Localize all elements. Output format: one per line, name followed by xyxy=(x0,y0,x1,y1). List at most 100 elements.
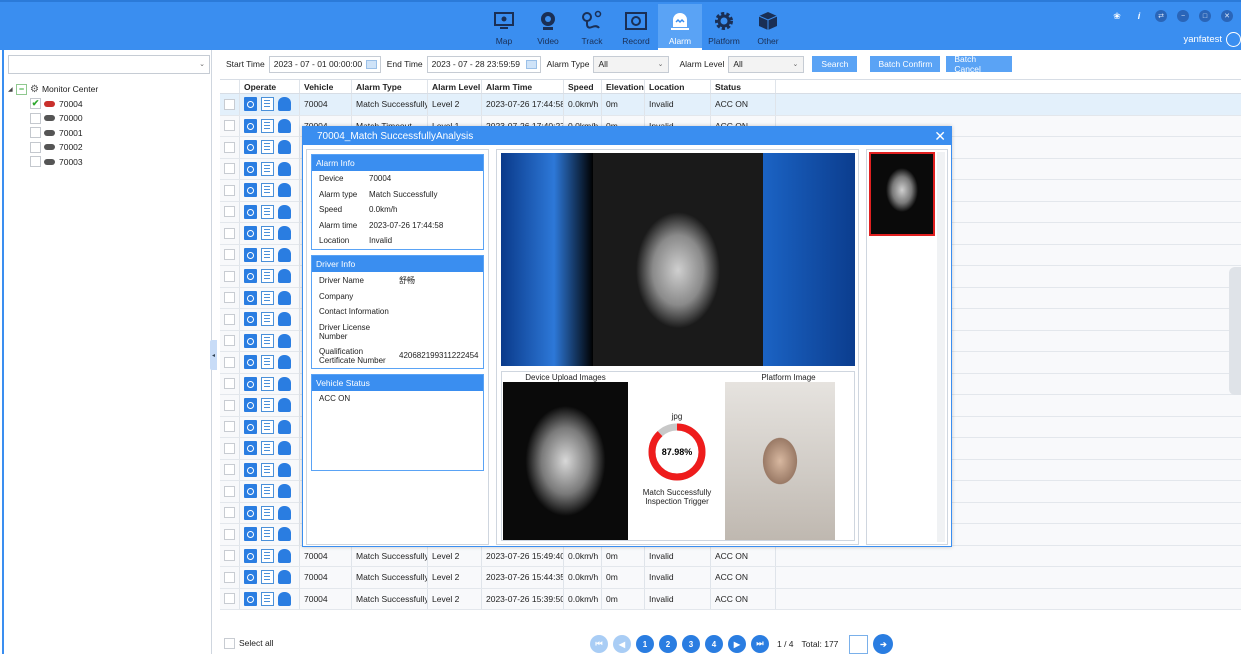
alarm-handle-icon[interactable] xyxy=(278,97,291,112)
view-detail-icon[interactable] xyxy=(244,204,257,219)
page-button[interactable]: 2 xyxy=(659,635,677,653)
collapse-panel-handle[interactable]: ◂ xyxy=(210,340,217,370)
nav-item-track[interactable]: Track xyxy=(570,4,614,50)
restore-icon[interactable]: □ xyxy=(1199,10,1211,22)
report-icon[interactable] xyxy=(261,462,274,477)
alarm-handle-icon[interactable] xyxy=(278,376,291,391)
alarm-handle-icon[interactable] xyxy=(278,462,291,477)
view-detail-icon[interactable] xyxy=(244,484,257,499)
report-icon[interactable] xyxy=(261,226,274,241)
report-icon[interactable] xyxy=(261,441,274,456)
select-all-checkbox[interactable] xyxy=(224,637,235,649)
report-icon[interactable] xyxy=(261,333,274,348)
tree-root[interactable]: ◢ − ⚙ Monitor Center xyxy=(8,82,98,97)
alarm-handle-icon[interactable] xyxy=(278,118,291,133)
view-detail-icon[interactable] xyxy=(244,247,257,262)
alarm-handle-icon[interactable] xyxy=(278,269,291,284)
row-checkbox[interactable] xyxy=(224,98,235,110)
view-detail-icon[interactable] xyxy=(244,548,257,563)
switch-icon[interactable]: ⇄ xyxy=(1155,10,1167,22)
nav-item-map[interactable]: Map xyxy=(482,4,526,50)
report-icon[interactable] xyxy=(261,505,274,520)
report-icon[interactable] xyxy=(261,183,274,198)
row-checkbox[interactable] xyxy=(224,356,235,368)
row-checkbox[interactable] xyxy=(224,485,235,497)
vehicle-checkbox[interactable] xyxy=(30,127,41,139)
report-icon[interactable] xyxy=(261,570,274,585)
row-checkbox[interactable] xyxy=(224,270,235,282)
alarm-type-select[interactable]: All ⌄ xyxy=(593,55,670,73)
view-detail-icon[interactable] xyxy=(244,290,257,305)
alarm-handle-icon[interactable] xyxy=(278,312,291,327)
next-page-button[interactable]: ▶ xyxy=(728,635,746,653)
view-detail-icon[interactable] xyxy=(244,226,257,241)
report-icon[interactable] xyxy=(261,312,274,327)
alarm-handle-icon[interactable] xyxy=(278,570,291,585)
end-time-input[interactable]: 2023 - 07 - 28 23:59:59 xyxy=(426,55,541,73)
table-row[interactable]: 70004Match SuccessfullyLevel 22023-07-26… xyxy=(220,588,1241,610)
report-icon[interactable] xyxy=(261,140,274,155)
report-icon[interactable] xyxy=(261,548,274,563)
close-icon[interactable]: ✕ xyxy=(934,128,946,145)
view-detail-icon[interactable] xyxy=(244,527,257,542)
row-checkbox[interactable] xyxy=(224,163,235,175)
row-checkbox[interactable] xyxy=(224,399,235,411)
view-detail-icon[interactable] xyxy=(244,269,257,284)
view-detail-icon[interactable] xyxy=(244,398,257,413)
page-button[interactable]: 4 xyxy=(705,635,723,653)
nav-item-record[interactable]: Record xyxy=(614,4,658,50)
report-icon[interactable] xyxy=(261,161,274,176)
view-detail-icon[interactable] xyxy=(244,355,257,370)
skin-icon[interactable]: ❀ xyxy=(1111,10,1123,22)
row-checkbox[interactable] xyxy=(224,442,235,454)
calendar-icon[interactable] xyxy=(365,59,377,69)
nav-item-platform[interactable]: Platform xyxy=(702,4,746,50)
view-detail-icon[interactable] xyxy=(244,312,257,327)
alarm-handle-icon[interactable] xyxy=(278,548,291,563)
view-detail-icon[interactable] xyxy=(244,419,257,434)
view-detail-icon[interactable] xyxy=(244,591,257,606)
dialog-header[interactable]: 70004_Match SuccessfullyAnalysis ✕ xyxy=(303,127,951,145)
close-icon[interactable]: ✕ xyxy=(1221,10,1233,22)
alarm-handle-icon[interactable] xyxy=(278,527,291,542)
thumbnail-scrollbar[interactable] xyxy=(937,152,945,542)
vehicle-checkbox[interactable] xyxy=(30,112,41,124)
start-time-input[interactable]: 2023 - 07 - 01 00:00:00 xyxy=(268,55,381,73)
view-detail-icon[interactable] xyxy=(244,161,257,176)
row-checkbox[interactable] xyxy=(224,507,235,519)
report-icon[interactable] xyxy=(261,269,274,284)
view-detail-icon[interactable] xyxy=(244,140,257,155)
row-checkbox[interactable] xyxy=(224,292,235,304)
alarm-handle-icon[interactable] xyxy=(278,247,291,262)
minimize-icon[interactable]: − xyxy=(1177,10,1189,22)
row-checkbox[interactable] xyxy=(224,593,235,605)
batch-confirm-button[interactable]: Batch Confirm xyxy=(870,56,941,72)
view-detail-icon[interactable] xyxy=(244,570,257,585)
alarm-handle-icon[interactable] xyxy=(278,591,291,606)
report-icon[interactable] xyxy=(261,247,274,262)
platform-image[interactable] xyxy=(725,382,835,540)
tree-vehicle[interactable]: 70002 xyxy=(8,140,98,155)
tree-vehicle[interactable]: 70003 xyxy=(8,155,98,170)
row-checkbox[interactable] xyxy=(224,335,235,347)
vehicle-checkbox[interactable] xyxy=(30,156,41,168)
captured-image[interactable] xyxy=(501,153,855,366)
nav-item-other[interactable]: Other xyxy=(746,4,790,50)
batch-cancel-button[interactable]: Batch Cancel xyxy=(946,54,1013,74)
info-icon[interactable]: i xyxy=(1133,10,1145,22)
alarm-handle-icon[interactable] xyxy=(278,398,291,413)
row-checkbox[interactable] xyxy=(224,206,235,218)
alarm-handle-icon[interactable] xyxy=(278,204,291,219)
row-checkbox[interactable] xyxy=(224,184,235,196)
root-checkbox[interactable]: − xyxy=(16,83,27,95)
report-icon[interactable] xyxy=(261,484,274,499)
vehicle-checkbox[interactable]: ✔ xyxy=(30,98,41,110)
report-icon[interactable] xyxy=(261,591,274,606)
report-icon[interactable] xyxy=(261,97,274,112)
row-checkbox[interactable] xyxy=(224,141,235,153)
report-icon[interactable] xyxy=(261,376,274,391)
alarm-handle-icon[interactable] xyxy=(278,161,291,176)
table-row[interactable]: 70004Match SuccessfullyLevel 22023-07-26… xyxy=(220,567,1241,589)
tree-vehicle[interactable]: 70000 xyxy=(8,111,98,126)
prev-page-button[interactable]: ◀ xyxy=(613,635,631,653)
